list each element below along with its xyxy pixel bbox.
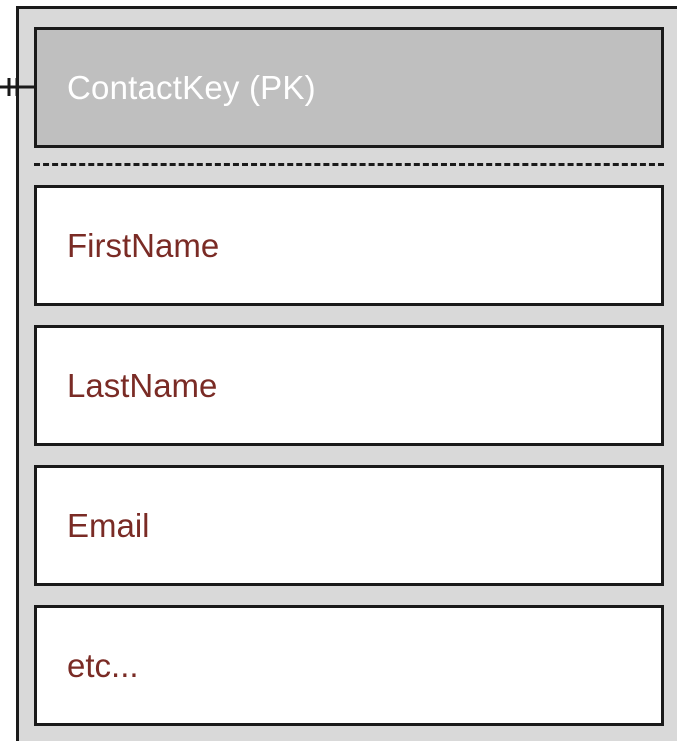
primary-key-label: ContactKey (PK)	[67, 68, 316, 106]
one-and-only-one-icon	[0, 78, 36, 96]
field-email: Email	[34, 465, 664, 586]
field-etc: etc...	[34, 605, 664, 726]
primary-key-field: ContactKey (PK)	[34, 27, 664, 148]
field-first-name: FirstName	[34, 185, 664, 306]
field-label: LastName	[67, 366, 218, 404]
field-label: FirstName	[67, 226, 220, 264]
field-last-name: LastName	[34, 325, 664, 446]
field-label: Email	[67, 506, 150, 544]
field-label: etc...	[67, 646, 139, 684]
key-separator-divider	[34, 163, 664, 166]
